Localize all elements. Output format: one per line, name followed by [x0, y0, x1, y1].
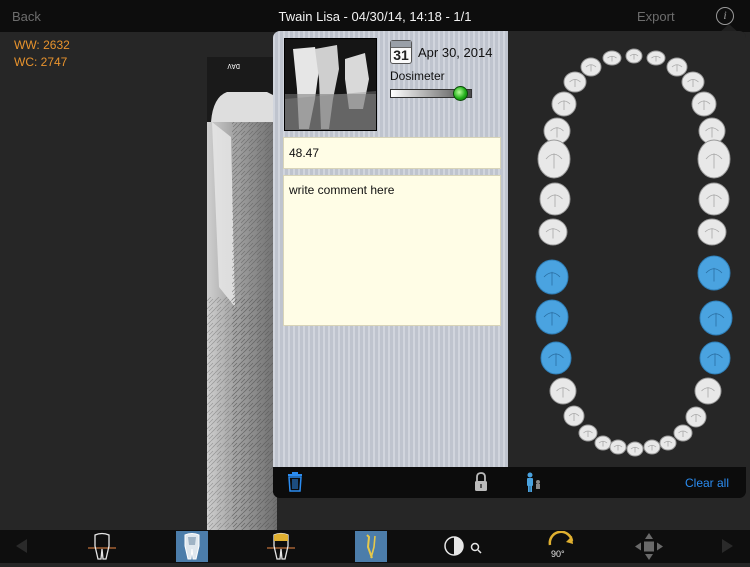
tool-move[interactable]	[633, 531, 665, 562]
tooth[interactable]	[602, 50, 622, 66]
tooth[interactable]	[580, 57, 602, 77]
tooth[interactable]	[699, 300, 733, 336]
tooth[interactable]	[535, 299, 569, 335]
tooth[interactable]	[673, 424, 693, 442]
tooth[interactable]	[540, 341, 572, 375]
tooth-chart-panel	[508, 31, 746, 467]
xray-image[interactable]: DAV	[207, 57, 277, 537]
tooth[interactable]	[694, 377, 722, 405]
lock-icon[interactable]	[474, 472, 488, 492]
move-icon	[635, 533, 663, 560]
xray-thumbnail[interactable]	[284, 38, 377, 131]
contrast-magnify-icon	[444, 536, 482, 556]
tooth[interactable]	[535, 259, 569, 295]
thumbnail-image	[285, 39, 376, 130]
image-info-popover: 31 Apr 30, 2014 Dosimeter 48.47 write co…	[273, 31, 746, 498]
tooth[interactable]	[697, 139, 731, 179]
tooth[interactable]	[578, 424, 598, 442]
trash-icon[interactable]	[287, 472, 303, 492]
root-canal-icon	[366, 534, 376, 559]
tooth[interactable]	[538, 218, 568, 246]
tooth-xray-icon	[184, 533, 200, 560]
tooth[interactable]	[609, 439, 627, 455]
xray-texture	[207, 57, 277, 537]
tool-tooth-xray[interactable]	[176, 531, 208, 562]
tooth[interactable]	[551, 91, 577, 117]
next-arrow-icon[interactable]	[721, 538, 735, 554]
comment-field[interactable]: write comment here	[283, 175, 501, 326]
calendar-day: 31	[393, 47, 409, 63]
tooth[interactable]	[594, 435, 612, 451]
xray-orientation-marker: DAV	[227, 61, 240, 69]
tooth[interactable]	[563, 71, 587, 93]
tooth[interactable]	[697, 255, 731, 291]
tool-tooth-crown[interactable]	[265, 531, 297, 562]
previous-arrow-icon[interactable]	[14, 538, 28, 554]
ww-label: WW: 2632	[14, 38, 70, 52]
tooth[interactable]	[698, 182, 730, 216]
tooth[interactable]	[666, 57, 688, 77]
wc-label: WC: 2747	[14, 55, 68, 69]
tooth-outline-icon	[88, 532, 116, 560]
tooth[interactable]	[681, 71, 705, 93]
tooth[interactable]	[646, 50, 666, 66]
rotate-label: 90°	[551, 549, 565, 559]
image-details-panel: 31 Apr 30, 2014 Dosimeter 48.47 write co…	[273, 31, 508, 467]
info-icon[interactable]: i	[716, 7, 734, 25]
tool-contrast[interactable]	[440, 531, 486, 562]
top-bar: Back Twain Lisa - 04/30/14, 14:18 - 1/1 …	[0, 0, 750, 32]
tooth[interactable]	[626, 441, 644, 457]
clear-all-button[interactable]: Clear all	[685, 476, 729, 490]
tooth[interactable]	[625, 48, 643, 64]
tooth[interactable]	[549, 377, 577, 405]
tooth[interactable]	[691, 91, 717, 117]
tool-root-canal[interactable]	[355, 531, 387, 562]
tooth[interactable]	[697, 218, 727, 246]
dosimeter-label: Dosimeter	[390, 69, 445, 83]
patient-icon[interactable]	[524, 472, 544, 492]
bottom-toolbar: 90°	[0, 530, 750, 563]
dose-value-field[interactable]: 48.47	[283, 137, 501, 169]
tooth-chart[interactable]	[508, 31, 746, 467]
rotate-90-icon: 90°	[548, 530, 574, 559]
tooth[interactable]	[539, 182, 571, 216]
popover-bottom-bar: Clear all	[273, 467, 746, 498]
tooth[interactable]	[643, 439, 661, 455]
tool-rotate[interactable]: 90°	[545, 530, 577, 562]
tooth[interactable]	[685, 406, 707, 428]
tooth[interactable]	[659, 435, 677, 451]
acquisition-date: Apr 30, 2014	[418, 45, 493, 60]
calendar-icon[interactable]: 31	[390, 40, 412, 64]
tooth-crown-icon	[267, 532, 295, 560]
tooth[interactable]	[563, 405, 585, 427]
window-level-readout: WW: 2632 WC: 2747	[14, 37, 70, 71]
tooth[interactable]	[699, 341, 731, 375]
export-button[interactable]: Export	[637, 9, 675, 24]
tooth[interactable]	[537, 139, 571, 179]
tool-tooth-outline[interactable]	[86, 531, 118, 562]
dosimeter-knob[interactable]	[452, 86, 468, 101]
